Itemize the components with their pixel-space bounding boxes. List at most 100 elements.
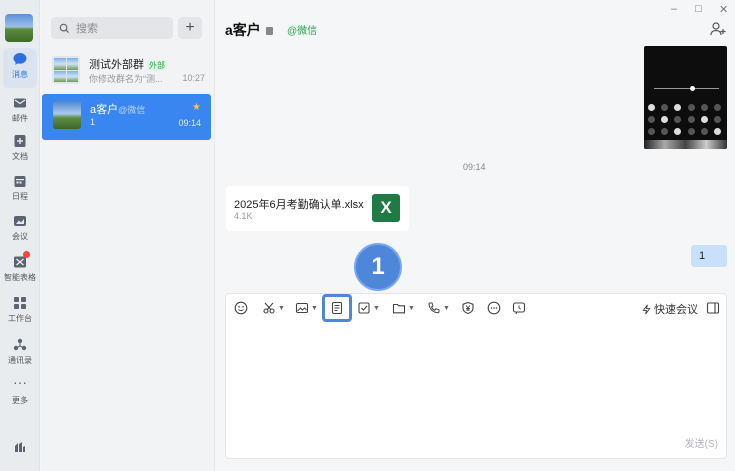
nav-item-messages[interactable]: 消息 [3,48,37,88]
nav-label: 消息 [12,70,28,79]
chat-title: a客户 [225,22,261,38]
wechat-tag: @微信 [287,26,318,37]
conversation-item-selected[interactable]: a客户@微信 ★ 1 09:14 [42,94,211,140]
conversation-name: a客户 [90,104,119,116]
phone-icon [428,302,440,314]
chat-bubble-icon [12,51,28,67]
user-avatar[interactable] [5,14,33,42]
smart-table-icon [12,251,30,270]
red-packet-button[interactable] [461,300,475,316]
side-panel-button[interactable] [706,300,720,316]
nav-item-mail[interactable]: 邮件 [0,92,40,132]
nav-rail: 消息 邮件 文档 日程 会议 智能表格 工作台 通讯录 ··· 更多 [0,0,40,471]
close-button[interactable]: ✕ [719,3,728,16]
plus-icon: + [185,19,195,36]
sent-message[interactable]: 1 [691,245,727,267]
lock-icon [265,27,273,36]
image-button[interactable]: ▼ [295,300,318,316]
emoji-button[interactable] [234,300,248,316]
notification-dot [23,251,30,258]
nav-label: 工作台 [8,314,32,323]
conversation-item[interactable]: 测试外部群 外部 你修改群名为“测... 10:27 [41,49,215,95]
screenshot-strip [644,140,727,149]
screenshot-button[interactable]: ▼ [262,300,285,316]
checkbox-icon [358,302,370,314]
image-message[interactable] [644,46,727,149]
file-name: 2025年6月考勤确认单.xlsx [234,199,364,211]
lightning-icon [642,304,651,314]
maximize-button[interactable]: □ [695,3,702,15]
input-toolbar: ▼ ▼ ▼ ▼ ▼ 快速会议 [226,294,726,322]
add-button[interactable]: + [178,17,202,39]
send-button[interactable]: 发送(S) [685,435,718,450]
minimize-button[interactable]: – [671,3,677,15]
contact-avatar [53,101,81,129]
wechat-tag: @微信 [118,105,146,115]
search-placeholder: 搜索 [76,23,98,35]
highlight-box [322,294,352,322]
document-icon [12,133,28,149]
nav-item-contacts[interactable]: 通讯录 [0,334,40,374]
group-avatar [52,56,80,84]
conversation-preview: 1 [90,117,96,127]
conversation-name-wrap: a客户@微信 [90,101,145,117]
mail-icon [12,95,28,111]
nav-label: 更多 [12,396,28,405]
screenshot-slider [654,88,719,89]
star-icon: ★ [192,102,201,113]
conversation-time: 09:14 [178,118,201,128]
conversation-preview: 你修改群名为“测... [89,74,163,84]
nav-item-more[interactable]: ··· 更多 [0,374,40,414]
folder-icon [392,303,406,314]
nav-label: 智能表格 [4,273,36,282]
nav-item-workbench[interactable]: 工作台 [0,292,40,332]
nav-item-calendar[interactable]: 日程 [0,170,40,210]
calendar-icon [12,173,28,189]
chevron-down-icon: ▼ [408,304,415,312]
clock-chat-icon [512,302,526,315]
task-button[interactable]: ▼ [357,300,380,316]
search-input[interactable]: 搜索 [51,17,173,39]
nav-label: 日程 [12,192,28,201]
conversation-name: 测试外部群 [89,59,144,71]
nav-item-smart-table[interactable]: 智能表格 [0,251,40,291]
chevron-down-icon: ▼ [373,304,380,312]
step-number-badge: 1 [354,243,402,291]
image-icon [295,302,309,314]
chat-panel: – □ ✕ a客户 @微信 09:14 2025年6月考勤确认单.xlsx 4.… [215,0,735,471]
money-shield-icon [462,301,474,315]
file-message[interactable]: 2025年6月考勤确认单.xlsx 4.1K X [226,186,409,231]
more-apps-button[interactable] [487,300,501,316]
nav-label: 邮件 [12,114,28,123]
nav-item-app-logo[interactable] [0,436,40,471]
quick-meeting-label: 快速会议 [654,304,698,316]
chat-title-wrap: a客户 [225,20,273,40]
nav-label: 通讯录 [8,356,32,365]
history-button[interactable] [512,300,526,316]
conversation-time: 10:27 [182,73,205,83]
chevron-down-icon: ▼ [443,304,450,312]
more-circle-icon [487,301,501,315]
folder-button[interactable]: ▼ [392,300,415,316]
quick-meeting-button[interactable]: 快速会议 [641,301,698,317]
side-panel-icon [706,302,720,314]
nav-item-docs[interactable]: 文档 [0,130,40,170]
meeting-icon [12,213,28,229]
emoji-icon [234,301,248,315]
external-tag: 外部 [147,60,167,71]
file-size: 4.1K [234,211,253,221]
nav-label: 会议 [12,232,28,241]
add-member-icon[interactable] [709,20,727,38]
conversation-name-wrap: 测试外部群 外部 [89,56,167,72]
call-button[interactable]: ▼ [427,300,450,316]
message-input-area[interactable]: ▼ ▼ ▼ ▼ ▼ 快速会议 发送(S) [225,293,727,459]
more-icon: ··· [13,374,27,390]
chevron-down-icon: ▼ [278,304,285,312]
workbench-icon [12,295,28,311]
excel-file-icon: X [372,194,400,222]
time-separator: 09:14 [463,162,486,172]
screenshot-icon-grid [648,104,724,135]
chevron-down-icon: ▼ [311,304,318,312]
nav-item-meeting[interactable]: 会议 [0,210,40,250]
search-icon [59,23,70,33]
